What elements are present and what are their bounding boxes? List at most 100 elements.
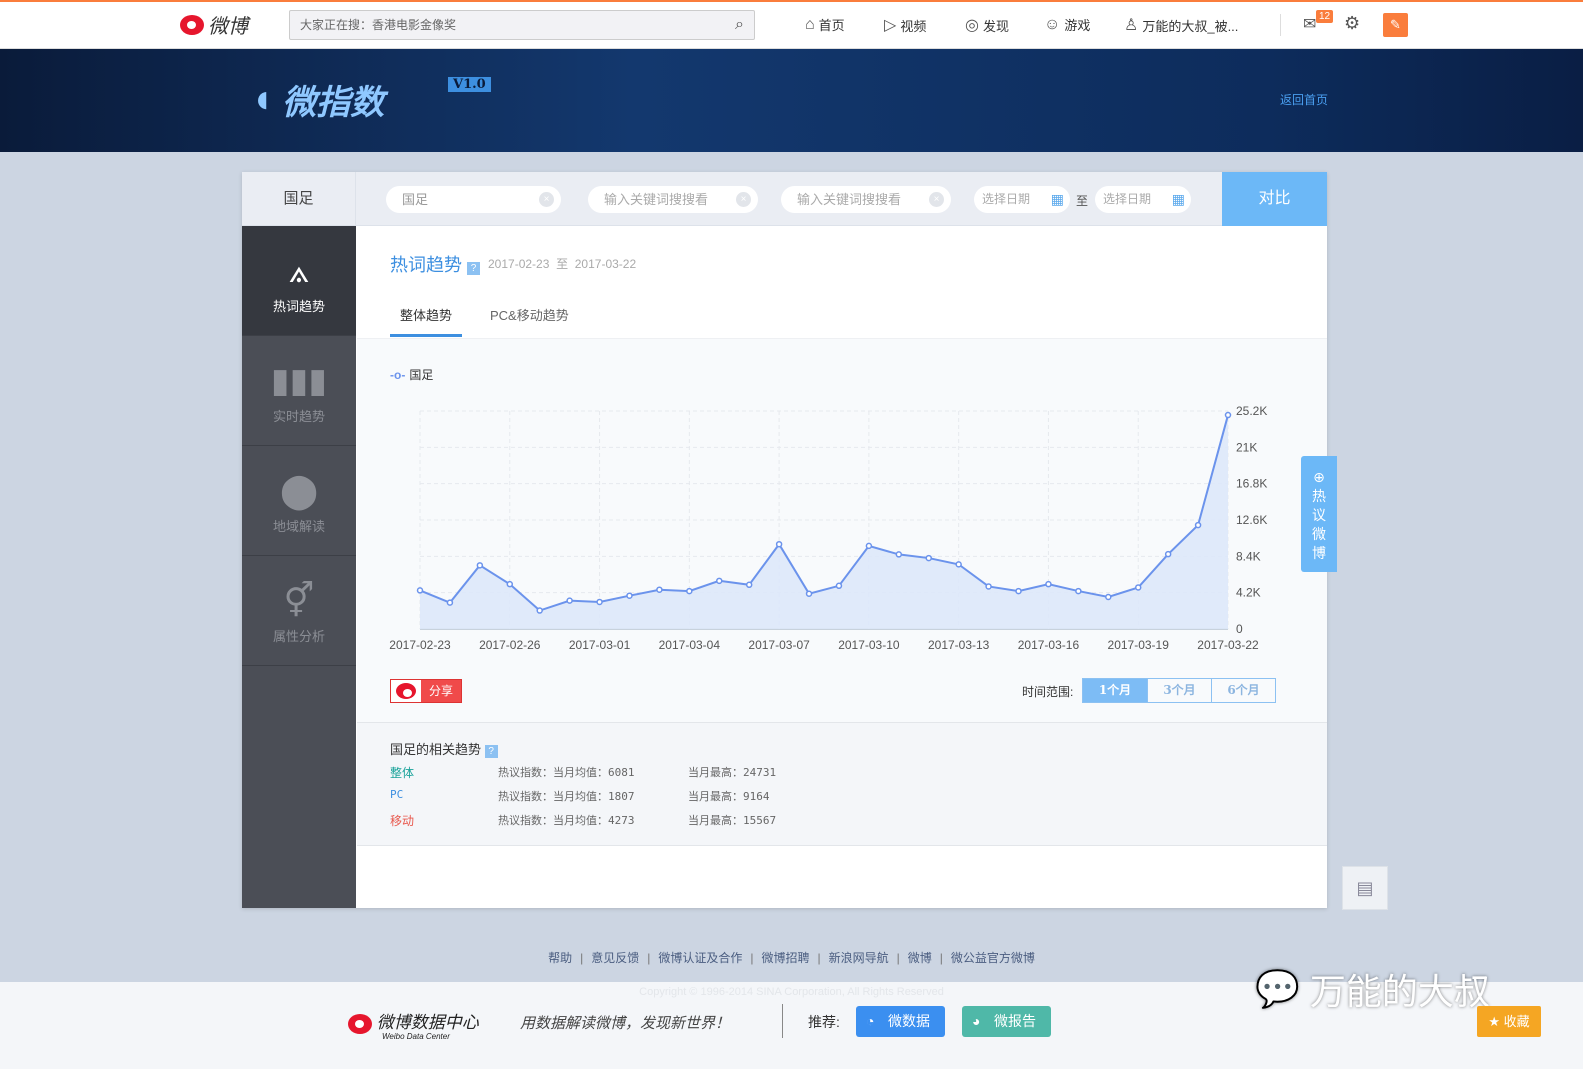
data-point[interactable] (716, 577, 723, 585)
data-point[interactable] (745, 581, 753, 589)
keyword-input-3[interactable]: 输入关键词搜搜看 × (781, 186, 951, 213)
sidebar-item-attributes[interactable]: ⚥ 属性分析 (242, 556, 356, 666)
date-from-picker[interactable]: 选择日期 ▦ (974, 186, 1070, 213)
calendar-icon: ▦ (1050, 191, 1064, 207)
data-point[interactable] (1045, 580, 1052, 588)
banner (0, 49, 1583, 152)
footer-link[interactable]: 微博认证及合作 (658, 951, 742, 965)
divider (1280, 14, 1281, 36)
data-point[interactable] (835, 582, 843, 590)
keyword-input-1[interactable]: 国足 × (386, 186, 561, 213)
x-tick-label: 2017-03-04 (659, 638, 721, 652)
data-point[interactable] (566, 597, 573, 604)
footer-link[interactable]: 微博 (908, 951, 932, 965)
gear-icon[interactable]: ⚙ (1344, 13, 1360, 34)
favorite-button[interactable]: ★ 收藏 (1477, 1006, 1541, 1037)
share-weibo-button[interactable]: 分享 (390, 679, 462, 703)
compare-button[interactable]: 对比 (1222, 172, 1327, 226)
weizhishu-logo: ◖ 微指数 (250, 77, 385, 122)
data-point[interactable] (775, 540, 783, 548)
help-icon[interactable]: ? (467, 262, 481, 275)
footer-link[interactable]: 新浪网导航 (829, 951, 889, 965)
keyword-input-2[interactable]: 输入关键词搜搜看 × (588, 186, 758, 213)
data-point[interactable] (1134, 584, 1142, 591)
footer-link[interactable]: 微博招聘 (761, 951, 809, 965)
bird-icon: ◖ (250, 77, 275, 121)
data-point[interactable] (416, 587, 424, 594)
feedback-icon[interactable]: ▤ (1342, 866, 1388, 910)
footer-link[interactable]: 帮助 (548, 951, 572, 965)
data-point[interactable] (656, 586, 663, 593)
data-point[interactable] (686, 587, 693, 595)
x-tick-label: 2017-03-22 (1197, 638, 1259, 652)
data-point[interactable] (1105, 593, 1112, 601)
nav-game[interactable]: ☺ 游戏 (1044, 15, 1090, 34)
data-point[interactable] (1075, 587, 1082, 595)
tab-pc-mobile[interactable]: PC&移动趋势 (490, 305, 569, 337)
footer-link[interactable]: 意见反馈 (591, 951, 639, 965)
nav-home[interactable]: ⌂ 首页 (805, 15, 845, 34)
back-home-link[interactable]: 返回首页 (1280, 91, 1328, 108)
data-point[interactable] (626, 592, 633, 599)
range-1-month[interactable]: 1个月 (1083, 679, 1147, 702)
range-3-months[interactable]: 3个月 (1147, 679, 1211, 702)
range-6-months[interactable]: 6个月 (1211, 679, 1275, 702)
weibo-icon (396, 683, 416, 699)
data-point[interactable] (596, 598, 603, 606)
page-title: 热词趋势 ? (390, 251, 481, 277)
logo-text: 微博 (208, 16, 248, 38)
sidebar-item-realtime[interactable]: ▮▮▮ 实时趋势 (242, 336, 356, 446)
weibo-logo[interactable]: 微博 (180, 10, 248, 39)
recommend-label: 推荐: (808, 1014, 840, 1030)
hot-weibo-tab[interactable]: ⊕ 热议微博 (1301, 456, 1337, 572)
data-point[interactable] (536, 607, 543, 614)
clear-icon[interactable]: × (736, 192, 751, 207)
date-to-picker[interactable]: 选择日期 ▦ (1095, 186, 1191, 213)
data-center-logo: 微博数据中心 Weibo Data Center (348, 1008, 479, 1041)
sidebar-item-hot-trend[interactable]: ⟑ 热词趋势 (242, 226, 356, 336)
slogan: 用数据解读微博，发现新世界！ (520, 1014, 731, 1032)
data-point[interactable] (1164, 550, 1172, 558)
data-point[interactable] (446, 599, 454, 606)
y-tick-label: 21K (1236, 440, 1257, 454)
footer-link[interactable]: 微公益官方微博 (951, 951, 1035, 965)
tab-overall[interactable]: 整体趋势 (390, 305, 463, 337)
clear-icon[interactable]: × (929, 192, 944, 207)
weibaogao-button[interactable]: ◕ 微报告 (962, 1006, 1051, 1037)
current-keyword: 国足 (242, 172, 356, 226)
compose-icon[interactable]: ✎ (1383, 13, 1408, 37)
data-point[interactable] (1224, 411, 1232, 419)
x-tick-label: 2017-03-16 (1018, 638, 1080, 652)
clear-icon[interactable]: × (539, 192, 554, 207)
link-separator: | (580, 951, 584, 965)
related-title: 国足的相关趋势 ? (390, 739, 498, 758)
link-separator: | (896, 951, 900, 965)
nav-video[interactable]: ▷ 视频 (884, 15, 926, 35)
sidebar-item-region[interactable]: ⬤ 地域解读 (242, 446, 356, 556)
nav-label: 视频 (900, 18, 927, 34)
weishuju-button[interactable]: ◔ 微数据 (856, 1006, 945, 1037)
data-point[interactable] (506, 580, 514, 588)
data-point[interactable] (955, 561, 962, 568)
date-range: 2017-02-23 至 2017-03-22 (488, 257, 637, 271)
data-point[interactable] (865, 542, 873, 550)
search-input[interactable]: 大家正在搜：香港电影金像奖 ⌕ (289, 10, 755, 40)
nav-label: 发现 (982, 18, 1009, 34)
data-point[interactable] (985, 583, 992, 590)
nav-user[interactable]: ♙ 万能的大叔_被... (1124, 15, 1238, 35)
data-point[interactable] (476, 562, 484, 569)
search-icon[interactable]: ⌕ (735, 11, 744, 39)
mail-icon[interactable]: ✉ (1303, 14, 1316, 34)
sidebar: ⟑ 热词趋势 ▮▮▮ 实时趋势 ⬤ 地域解读 ⚥ 属性分析 (242, 226, 356, 908)
home-icon: ⌂ (805, 15, 815, 33)
link-separator: | (939, 951, 943, 965)
data-point[interactable] (1015, 587, 1022, 595)
wechat-watermark: 💬 万能的大叔 (1255, 968, 1490, 1012)
nav-discover[interactable]: ◎ 发现 (965, 15, 1009, 35)
data-point[interactable] (925, 554, 932, 562)
data-point[interactable] (805, 590, 813, 597)
data-point[interactable] (895, 551, 903, 558)
data-point[interactable] (1194, 521, 1202, 529)
video-icon: ▷ (884, 17, 897, 34)
help-icon[interactable]: ? (484, 745, 498, 758)
